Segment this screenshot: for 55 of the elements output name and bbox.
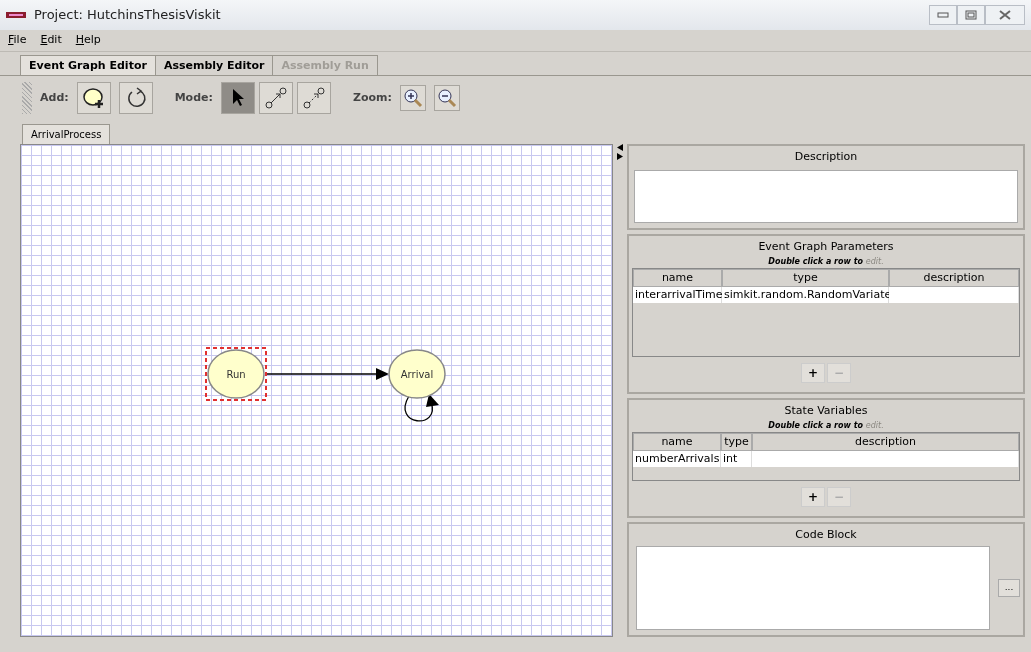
description-field[interactable] bbox=[634, 169, 1018, 223]
column-header[interactable]: description bbox=[889, 268, 1019, 287]
ellipsis-button[interactable]: ... bbox=[998, 578, 1020, 597]
window-title: Project: HutchinsThesisViskit bbox=[34, 6, 221, 25]
menu-item[interactable]: Help bbox=[75, 32, 101, 49]
mode-label: Mode: bbox=[174, 89, 213, 106]
table-cell: int bbox=[721, 451, 752, 467]
node-label: Run bbox=[226, 369, 246, 380]
self-loop-edge[interactable] bbox=[404, 394, 439, 422]
event-node[interactable] bbox=[388, 349, 446, 399]
column-header[interactable]: type bbox=[721, 432, 752, 451]
column-header[interactable]: type bbox=[722, 268, 889, 287]
graph-canvas[interactable]: Run Arrival bbox=[20, 144, 613, 637]
zoom-in-icon bbox=[402, 88, 423, 108]
section-title: Description bbox=[793, 149, 859, 165]
scheduling-edge[interactable] bbox=[264, 368, 389, 380]
close-button[interactable] bbox=[985, 5, 1025, 25]
add-row-button[interactable]: + bbox=[801, 487, 825, 507]
minimize-icon bbox=[937, 12, 949, 18]
node-label: Arrival bbox=[400, 369, 434, 380]
column-header[interactable]: name bbox=[633, 432, 721, 451]
add-label: Add: bbox=[40, 89, 69, 106]
maximize-icon bbox=[965, 10, 977, 20]
edge-mode-button[interactable] bbox=[258, 82, 293, 114]
zoom-out-icon bbox=[436, 88, 457, 108]
edit-hint: Double click a row to edit. bbox=[767, 419, 885, 432]
dashed-edge-mode-button[interactable] bbox=[296, 82, 331, 114]
tab[interactable]: Event Graph Editor bbox=[20, 54, 156, 75]
zoom-out-button[interactable] bbox=[433, 85, 460, 111]
app-logo-icon bbox=[6, 10, 26, 20]
column-header[interactable]: name bbox=[633, 268, 722, 287]
menu-item[interactable]: File bbox=[8, 32, 27, 49]
add-node-button[interactable] bbox=[76, 82, 111, 114]
section-title: State Variables bbox=[783, 403, 869, 419]
edit-hint: Double click a row to edit. bbox=[767, 255, 885, 268]
splitter-arrows-icon[interactable] bbox=[617, 144, 623, 160]
code-block-field[interactable] bbox=[636, 545, 990, 630]
menu-item[interactable]: Edit bbox=[40, 32, 62, 49]
dashed-edge-icon bbox=[301, 86, 326, 110]
toolbar-grip[interactable] bbox=[22, 82, 32, 114]
table-cell: numberArrivals bbox=[633, 451, 721, 467]
select-mode-button[interactable] bbox=[220, 82, 255, 114]
zoom-in-button[interactable] bbox=[399, 85, 426, 111]
section-title: Code Block bbox=[794, 527, 858, 543]
table-cell: simkit.random.RandomVariate bbox=[722, 287, 889, 303]
add-node-icon bbox=[81, 86, 106, 110]
section-title: Event Graph Parameters bbox=[757, 239, 895, 255]
zoom-label: Zoom: bbox=[352, 89, 392, 106]
table-cell: interarrivalTime bbox=[633, 287, 722, 303]
add-row-button[interactable]: + bbox=[801, 363, 825, 383]
column-header[interactable]: description bbox=[752, 432, 1019, 451]
document-tab[interactable]: ArrivalProcess bbox=[22, 124, 111, 144]
add-self-edge-button[interactable] bbox=[118, 82, 153, 114]
edge-icon bbox=[263, 86, 288, 110]
close-icon bbox=[999, 10, 1011, 20]
